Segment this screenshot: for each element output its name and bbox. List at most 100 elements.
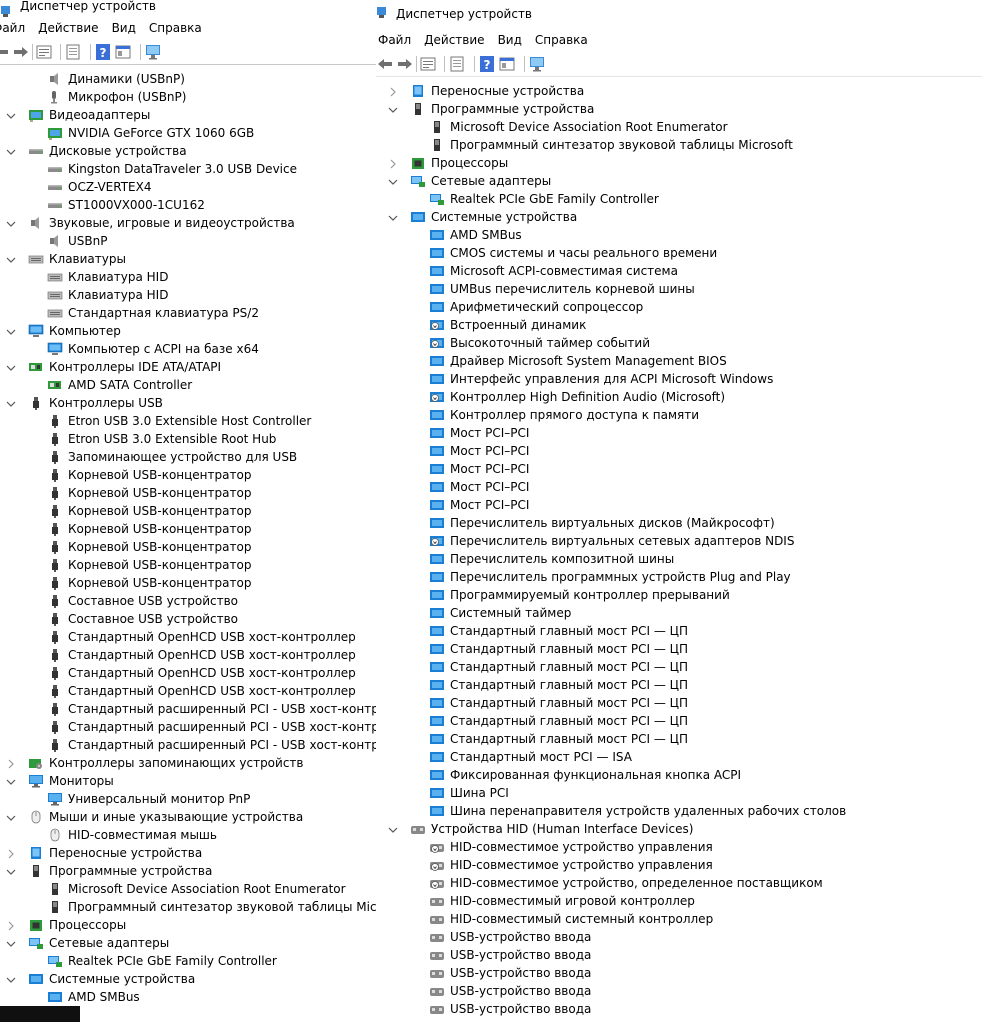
chevron-down-icon[interactable]	[6, 326, 16, 336]
tree-item[interactable]: Микрофон (USBnP)	[0, 88, 376, 106]
menu-view[interactable]: Вид	[498, 30, 529, 50]
tree-category[interactable]: Переносные устройства	[0, 844, 376, 862]
menu-action[interactable]: Действие	[424, 30, 491, 50]
tree-category[interactable]: Программные устройства	[0, 862, 376, 880]
view-icon[interactable]	[498, 55, 516, 73]
chevron-down-icon[interactable]	[6, 938, 16, 948]
tree-item[interactable]: Шина перенаправителя устройств удаленных…	[376, 802, 982, 820]
tree-item[interactable]: Microsoft ACPI-совместимая система	[376, 262, 982, 280]
tree-item[interactable]: USB-устройство ввода	[376, 982, 982, 1000]
tree-item[interactable]: AMD SMBus	[376, 226, 982, 244]
chevron-down-icon[interactable]	[6, 218, 16, 228]
tree-item[interactable]: Корневой USB-концентратор	[0, 502, 376, 520]
tree-item[interactable]: Стандартная клавиатура PS/2	[0, 304, 376, 322]
tree-item[interactable]: Стандартный OpenHCD USB хост-контроллер	[0, 682, 376, 700]
tree-item[interactable]: Универсальный монитор PnP	[0, 790, 376, 808]
menu-help[interactable]: Справка	[535, 30, 595, 50]
chevron-right-icon[interactable]	[6, 848, 16, 859]
tree-item[interactable]: HID-совместимое устройство, определенное…	[376, 874, 982, 892]
tree-item[interactable]: Etron USB 3.0 Extensible Root Hub	[0, 430, 376, 448]
tree-item[interactable]: Корневой USB-концентратор	[0, 520, 376, 538]
tree-item[interactable]: Программный синтезатор звуковой таблицы …	[376, 136, 982, 154]
tree-item[interactable]: HID-совместимый системный контроллер	[376, 910, 982, 928]
tree-category[interactable]: Системные устройства	[376, 208, 982, 226]
tree-item[interactable]: Составное USB устройство	[0, 592, 376, 610]
help-icon[interactable]: ?	[478, 55, 496, 73]
chevron-down-icon[interactable]	[6, 254, 16, 264]
tree-item[interactable]: Стандартный расширенный PCI - USB хост-к…	[0, 718, 376, 736]
tree-item[interactable]: Составное USB устройство	[0, 610, 376, 628]
tree-item[interactable]: Перечислитель виртуальных дисков (Майкро…	[376, 514, 982, 532]
tree-item[interactable]: Стандартный OpenHCD USB хост-контроллер	[0, 646, 376, 664]
back-arrow-icon[interactable]	[0, 43, 10, 61]
tree-item[interactable]: Etron USB 3.0 Extensible Host Controller	[0, 412, 376, 430]
help-icon[interactable]: ?	[94, 43, 112, 61]
tree-item[interactable]: Мост PCI–PCI	[376, 442, 982, 460]
tree-category[interactable]: Звуковые, игровые и видеоустройства	[0, 214, 376, 232]
view-icon[interactable]	[114, 43, 132, 61]
menu-help[interactable]: Справка	[149, 18, 209, 38]
tree-item[interactable]: Корневой USB-концентратор	[0, 538, 376, 556]
chevron-down-icon[interactable]	[6, 974, 16, 984]
tree-item[interactable]: Стандартный мост PCI — ISA	[376, 748, 982, 766]
tree-item[interactable]: Корневой USB-концентратор	[0, 556, 376, 574]
tree-item[interactable]: Запоминающее устройство для USB	[0, 448, 376, 466]
tree-item[interactable]: CMOS системы и часы реального времени	[376, 244, 982, 262]
chevron-down-icon[interactable]	[388, 104, 398, 114]
tree-item[interactable]: UMBus перечислитель корневой шины	[376, 280, 982, 298]
tree-category[interactable]: Видеоадаптеры	[0, 106, 376, 124]
tree-item[interactable]: Программируемый контроллер прерываний	[376, 586, 982, 604]
tree-category[interactable]: Контроллеры IDE ATA/ATAPI	[0, 358, 376, 376]
chevron-down-icon[interactable]	[6, 776, 16, 786]
tree-item[interactable]: AMD SMBus	[0, 988, 376, 1006]
tree-item[interactable]: Стандартный главный мост PCI — ЦП	[376, 712, 982, 730]
tree-category[interactable]: Сетевые адаптеры	[0, 934, 376, 952]
tree-category[interactable]: Сетевые адаптеры	[376, 172, 982, 190]
menu-file[interactable]: Файл	[0, 18, 32, 38]
tree-item[interactable]: Стандартный расширенный PCI - USB хост-к…	[0, 736, 376, 754]
tree-item[interactable]: USB-устройство ввода	[376, 928, 982, 946]
tree-item[interactable]: Клавиатура HID	[0, 286, 376, 304]
tree-item[interactable]: USB-устройство ввода	[376, 1000, 982, 1018]
tree-item[interactable]: Программный синтезатор звуковой таблицы …	[0, 898, 376, 916]
tree-item[interactable]: USB-устройство ввода	[376, 964, 982, 982]
chevron-down-icon[interactable]	[6, 110, 16, 120]
chevron-down-icon[interactable]	[388, 824, 398, 834]
tree-category[interactable]: Клавиатуры	[0, 250, 376, 268]
tree-category[interactable]: Устройства HID (Human Interface Devices)	[376, 820, 982, 838]
tree-item[interactable]: Интерфейс управления для ACPI Microsoft …	[376, 370, 982, 388]
tree-category[interactable]: Переносные устройства	[376, 82, 982, 100]
tree-category[interactable]: Дисковые устройства	[0, 142, 376, 160]
tree-category[interactable]: Контроллеры запоминающих устройств	[0, 754, 376, 772]
tree-category[interactable]: Мыши и иные указывающие устройства	[0, 808, 376, 826]
tree-item[interactable]: Microsoft Device Association Root Enumer…	[376, 118, 982, 136]
tree-item[interactable]: Высокоточный таймер событий	[376, 334, 982, 352]
tree-category[interactable]: Мониторы	[0, 772, 376, 790]
tree-category[interactable]: Процессоры	[0, 916, 376, 934]
tree-item[interactable]: ST1000VX000-1CU162	[0, 196, 376, 214]
tree-item[interactable]: Стандартный главный мост PCI — ЦП	[376, 640, 982, 658]
tree-item[interactable]: Стандартный главный мост PCI — ЦП	[376, 658, 982, 676]
chevron-right-icon[interactable]	[388, 158, 398, 169]
menu-action[interactable]: Действие	[38, 18, 105, 38]
tree-item[interactable]: Клавиатура HID	[0, 268, 376, 286]
tree-item[interactable]: Kingston DataTraveler 3.0 USB Device	[0, 160, 376, 178]
tree-item[interactable]: Стандартный главный мост PCI — ЦП	[376, 730, 982, 748]
tree-item[interactable]: Компьютер с ACPI на базе x64	[0, 340, 376, 358]
scan-hardware-icon[interactable]	[144, 43, 162, 61]
tree-item[interactable]: AMD SATA Controller	[0, 376, 376, 394]
chevron-down-icon[interactable]	[6, 398, 16, 408]
tree-item[interactable]: Фиксированная функциональная кнопка ACPI	[376, 766, 982, 784]
scan-hardware-icon[interactable]	[528, 55, 546, 73]
tree-item[interactable]: USB-устройство ввода	[376, 946, 982, 964]
tree-category[interactable]: Процессоры	[376, 154, 982, 172]
tree-item[interactable]: Арифметический сопроцессор	[376, 298, 982, 316]
properties-icon[interactable]	[419, 55, 437, 73]
chevron-down-icon[interactable]	[388, 212, 398, 222]
tree-item[interactable]: Мост PCI–PCI	[376, 478, 982, 496]
tree-item[interactable]: Динамики (USBnP)	[0, 70, 376, 88]
tree-item[interactable]: Шина PCI	[376, 784, 982, 802]
tree-item[interactable]: Стандартный главный мост PCI — ЦП	[376, 676, 982, 694]
chevron-right-icon[interactable]	[6, 920, 16, 931]
tree-item[interactable]: HID-совместимое устройство управления	[376, 856, 982, 874]
